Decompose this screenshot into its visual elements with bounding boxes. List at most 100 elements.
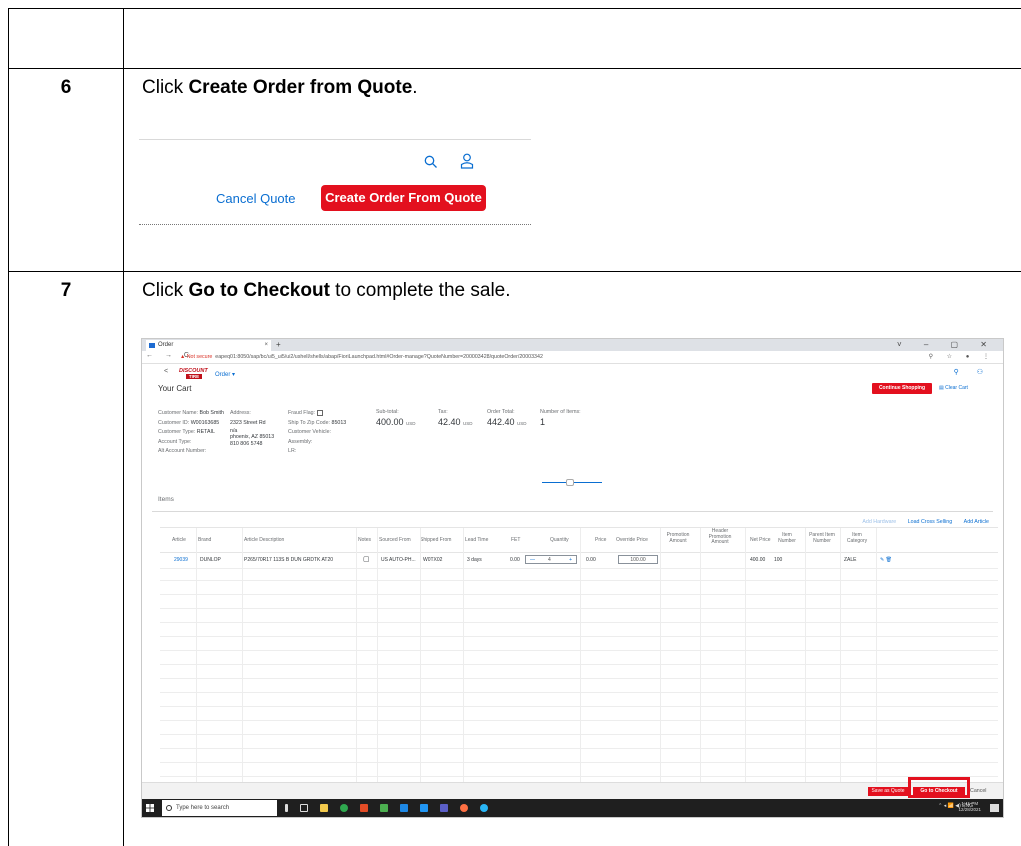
add-hardware-link[interactable]: Add Hardware [862, 519, 896, 525]
date: 12/28/2021 [958, 807, 981, 812]
cancel-button[interactable]: Cancel [970, 788, 987, 794]
customer-name: Bob Smith [199, 410, 224, 416]
clock[interactable]: 1:41 PM 12/28/2021 [958, 801, 981, 813]
brand-cell: DUNLOP [200, 557, 221, 563]
back-button[interactable]: < [164, 368, 168, 375]
label: Order Total: [487, 409, 515, 415]
label: Fraud Flag: [288, 410, 316, 416]
outlook-icon[interactable] [400, 804, 408, 812]
app-icon[interactable] [460, 804, 468, 812]
label: Ship To Zip Code: [288, 419, 331, 426]
label: Address: [230, 410, 251, 416]
collapse-handle[interactable] [542, 479, 602, 486]
column-header: FET [511, 537, 521, 543]
windows-taskbar: Type here to search ⌃ ◂ 📶 ◀) ENG 1:41 PM… [142, 799, 1003, 817]
address-line: 2323 Street Rd [230, 419, 266, 426]
windows-start-icon[interactable] [146, 804, 154, 812]
row-line [160, 664, 998, 665]
app-icon[interactable] [420, 804, 428, 812]
browser-tab[interactable]: Order × [146, 340, 271, 351]
order-total: Order Total: 442.40 USD [487, 409, 527, 427]
add-article-link[interactable]: Add Article [964, 519, 989, 525]
column-header: Item Category [846, 532, 868, 544]
app-icon[interactable] [360, 804, 368, 812]
file-explorer-icon[interactable] [320, 804, 328, 812]
label: Assembly: [288, 438, 313, 445]
load-cross-selling-link[interactable]: Load Cross Selling [908, 519, 952, 525]
row-line [160, 706, 998, 707]
edit-delete-icons[interactable]: ✎ 🗑 [880, 557, 892, 563]
row-line [160, 594, 998, 595]
override-price-input[interactable]: 100.00 [618, 555, 658, 564]
row-line [160, 622, 998, 623]
row-line [160, 678, 998, 679]
customer-info: Customer Name: Bob Smith Customer ID: W0… [158, 409, 224, 457]
label: Alt Account Number: [158, 448, 207, 454]
taskbar-search[interactable]: Type here to search [162, 800, 277, 816]
subtotal: Sub-total: 400.00 USD [376, 409, 416, 427]
edge-icon[interactable] [480, 804, 488, 812]
chrome-icon[interactable] [340, 804, 348, 812]
article-link[interactable]: 29039 [174, 557, 188, 563]
notification-icon[interactable] [990, 804, 999, 812]
step-instruction: Click Create Order from Quote. [142, 77, 418, 99]
shell-icons[interactable]: ⚲ ⚇ [954, 368, 991, 376]
user-icon[interactable] [460, 153, 474, 169]
fet-cell: 0.00 [510, 557, 520, 563]
column-header: Item Number [778, 532, 796, 544]
notes-icon[interactable]: ▢ [363, 555, 370, 563]
tax: Tax: 42.40 USD [438, 409, 473, 427]
window-controls[interactable]: ˅ – ▢ ✕ [897, 339, 997, 351]
shipped-cell: W0TX02 [423, 557, 443, 563]
cancel-quote-link[interactable]: Cancel Quote [216, 191, 296, 206]
row-line [160, 762, 998, 763]
url-text: eapeq01:8050/sap/bc/ui5_ui5/ui2/ushell/s… [215, 354, 543, 360]
search-icon[interactable] [424, 155, 438, 169]
item-number-cell: 100 [774, 557, 783, 563]
step-number: 7 [60, 280, 72, 301]
instruction-text: Click [142, 77, 189, 98]
cart-screenshot: Order × + ˅ – ▢ ✕ ← → C ▲ Not secure eap… [141, 338, 1004, 818]
create-order-from-quote-button[interactable]: Create Order From Quote [321, 185, 486, 211]
instruction-emphasis: Create Order from Quote [188, 77, 413, 98]
teams-icon[interactable] [440, 804, 448, 812]
amount: 1 [540, 417, 546, 427]
net-price-cell: 400.00 [750, 557, 766, 563]
row-line [160, 580, 998, 581]
browser-tab-bar: Order × + ˅ – ▢ ✕ [142, 339, 1003, 351]
row-line [160, 650, 998, 651]
label: Number of Items: [540, 409, 581, 415]
browser-toolbar-icons[interactable]: ⚲ ☆ ● ⋮ [929, 353, 995, 360]
new-tab-button[interactable]: + [276, 339, 281, 351]
instruction-text: . [412, 77, 418, 98]
order-menu[interactable]: Order ▾ [215, 371, 235, 378]
amount: 42.40 [438, 417, 461, 427]
task-view-icon[interactable] [300, 804, 308, 812]
column-header: Article Description [244, 537, 285, 543]
row-line [160, 776, 998, 777]
column-header: Override Price [616, 537, 648, 543]
currency: USD [517, 421, 527, 426]
increase-button[interactable]: + [569, 556, 572, 564]
label: Account Type: [158, 438, 192, 445]
sourced-cell: US AUTO-PH... [381, 557, 416, 563]
order-flags: Fraud Flag: Ship To Zip Code: 85013 Cust… [288, 409, 346, 457]
table-row-step-6: 6 Click Create Order from Quote. Cancel … [9, 69, 1021, 272]
instruction-emphasis: Go to Checkout [188, 280, 330, 301]
url-field[interactable]: ▲ Not secure eapeq01:8050/sap/bc/ui5_ui5… [180, 354, 543, 360]
continue-shopping-button[interactable]: Continue Shopping [872, 383, 932, 394]
decrease-button[interactable]: — [530, 556, 535, 564]
phone-number: 810 806 5748 [230, 441, 263, 447]
column-header: Brand [198, 537, 212, 543]
label: Customer ID: [158, 419, 190, 426]
close-tab-icon[interactable]: × [264, 340, 268, 351]
mic-icon[interactable] [285, 804, 288, 812]
save-as-quote-button[interactable]: Save as Quote [868, 787, 908, 796]
items-table: Article Brand Article Description Notes … [160, 527, 998, 789]
app-icon[interactable] [380, 804, 388, 812]
fraud-flag-checkbox[interactable] [316, 409, 323, 416]
row-line [160, 568, 998, 569]
quantity-stepper[interactable]: — 4 + [525, 555, 577, 564]
handle-icon[interactable] [566, 479, 574, 486]
clear-cart-button[interactable]: ▤ Clear Cart [939, 385, 968, 391]
